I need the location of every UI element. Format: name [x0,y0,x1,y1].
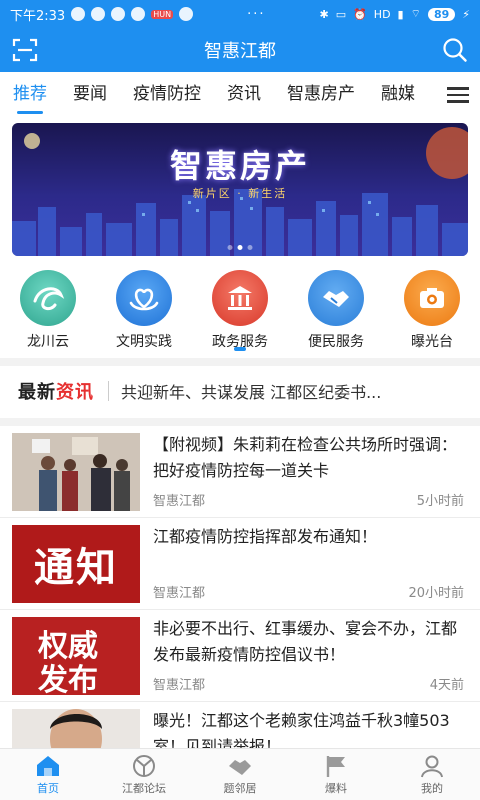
nav-neighbor[interactable]: 题邻居 [192,749,288,800]
news-source: 智惠江都 [153,494,206,509]
charging-icon: ⚡ [462,7,470,21]
news-thumbnail: 通知 [12,525,140,603]
news-thumbnail [12,433,140,511]
nav-label: 题邻居 [223,782,257,795]
ticker-headline[interactable]: 共迎新年、共谋发展 江都区纪委书... [121,379,433,403]
shortcut-exposure-platform[interactable]: 曝光台 [384,268,480,350]
flag-icon [326,756,345,777]
nav-label: 江都论坛 [122,782,166,795]
nav-home[interactable]: 首页 [0,749,96,800]
forum-icon [133,755,155,777]
news-thumbnail: 权威 发布 [12,617,140,695]
ticker-divider [108,381,109,401]
shortcut-label: 文明实践 [116,334,172,350]
shortcut-convenience-service[interactable]: 便民服务 [288,268,384,350]
heart-hands-icon [116,270,172,326]
app-title: 智惠江都 [204,41,276,62]
bluetooth-icon: ✱ [319,7,329,21]
shortcut-label: 便民服务 [308,334,364,350]
tab-news[interactable]: 资讯 [214,72,274,118]
shortcut-civilization-practice[interactable]: 文明实践 [96,268,192,350]
bottom-nav: 首页 江都论坛 题邻居 爆料 我的 [0,748,480,800]
tab-real-estate[interactable]: 智惠房产 [274,72,368,118]
notification-icon [71,7,86,21]
government-building-icon [212,270,268,326]
home-icon [37,756,59,776]
ticker-logo: 最新资讯 [18,382,94,403]
carousel-dot-active [237,245,243,250]
tab-recommend[interactable]: 推荐 [0,72,60,118]
tab-menu-icon[interactable] [436,72,480,118]
handshake-icon [308,270,364,326]
hd-icon: HD [373,7,391,21]
alarm-icon: ⏰ [353,7,367,21]
news-item[interactable]: 【附视频】朱莉莉在检查公共场所时强调：把好疫情防控每一道关卡 智惠江都 5小时前 [0,426,480,518]
scan-icon[interactable] [12,38,38,62]
nav-label: 我的 [421,782,443,795]
neighbor-icon [229,760,251,775]
shortcut-page-indicator [234,347,246,351]
search-icon[interactable] [442,37,468,63]
shortcut-longchuan-cloud[interactable]: 龙川云 [0,268,96,350]
section-divider [0,418,480,426]
news-source: 智惠江都 [153,586,206,601]
status-time: 下午2:33 [10,8,66,24]
notification-icon [111,7,126,21]
battery-level: 89 [427,7,456,21]
shortcut-label: 曝光台 [411,334,453,350]
news-title: 【附视频】朱莉莉在检查公共场所时强调：把好疫情防控每一道关卡 [153,435,458,480]
news-title: 非必要不出行、红事缓办、宴会不办，江都发布最新疫情防控倡议书！ [153,619,458,664]
profile-icon [421,755,443,778]
status-more-dots: ··· [247,6,266,22]
carousel-dot [227,245,233,250]
nav-label: 爆料 [325,782,347,795]
tab-epidemic[interactable]: 疫情防控 [120,72,214,118]
banner-carousel[interactable]: 智惠房产 新片区 · 新生活 [12,123,468,256]
camera-icon [404,270,460,326]
thumbnail-text: 通知 [34,544,118,591]
latest-news-ticker[interactable]: 最新资讯 共迎新年、共谋发展 江都区纪委书... [0,366,480,416]
shortcut-label: 龙川云 [27,334,69,350]
news-item[interactable]: 通知 江都疫情防控指挥部发布通知！ 智惠江都 20小时前 [0,518,480,610]
nav-label: 首页 [37,782,59,795]
shortcut-government-service[interactable]: 政务服务 [192,268,288,350]
status-bar: 下午2:33 HUN ··· ✱ ▭ ⏰ HD ▮ ⌔ 89 ⚡ [0,0,480,28]
news-title: 江都疫情防控指挥部发布通知！ [153,527,378,546]
category-tabs: 推荐 要闻 疫情防控 资讯 智惠房产 融媒 [0,72,480,118]
banner-subtitle: 新片区 · 新生活 [192,187,288,200]
news-source: 智惠江都 [153,678,206,693]
notification-icon [91,7,106,21]
wifi-icon: ⌔ [410,7,421,20]
signal-icon: ▮ [397,7,404,21]
news-time: 4天前 [429,678,464,693]
tab-media[interactable]: 融媒 [368,72,428,118]
carousel-dots [227,245,253,250]
news-item[interactable]: 权威 发布 非必要不出行、红事缓办、宴会不办，江都发布最新疫情防控倡议书！ 智惠… [0,610,480,702]
nav-report[interactable]: 爆料 [288,749,384,800]
news-time: 20小时前 [408,586,464,601]
tab-headlines[interactable]: 要闻 [60,72,120,118]
shortcut-grid: 龙川云 文明实践 政务服务 便民服务 曝光台 [0,268,480,350]
notification-icon [131,7,146,21]
longchuan-cloud-icon [20,270,76,326]
notification-badge: HUN [151,9,174,19]
carousel-dot [247,245,253,250]
section-divider [0,358,480,366]
nav-forum[interactable]: 江都论坛 [96,749,192,800]
news-time: 5小时前 [416,494,464,509]
nav-profile[interactable]: 我的 [384,749,480,800]
notification-icon [179,7,194,21]
app-bar: 智惠江都 [0,28,480,72]
banner-title: 智惠房产 [169,147,310,185]
thumbnail-text: 发布 [38,663,98,695]
vibrate-icon: ▭ [335,7,347,21]
